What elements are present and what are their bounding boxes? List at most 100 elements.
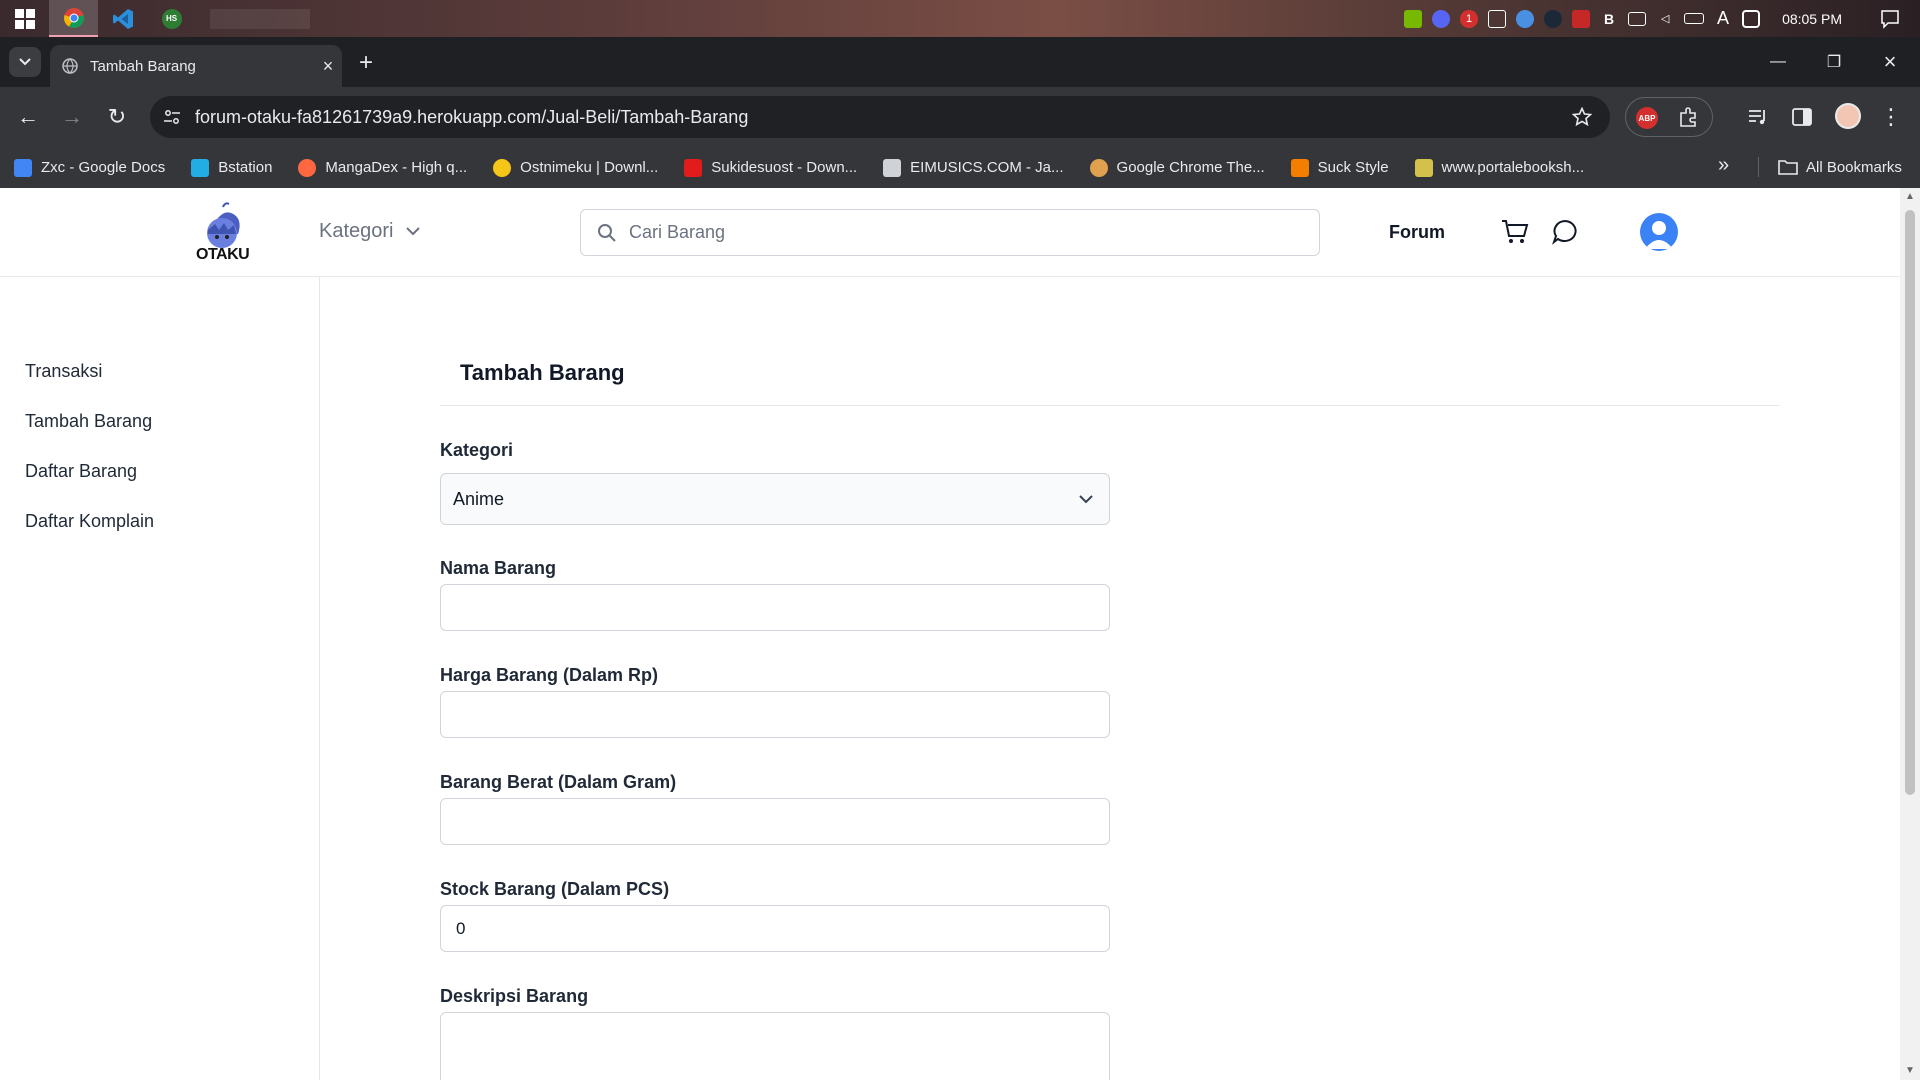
- system-tray: 1 B ◁ A 08:05 PM: [1404, 0, 1920, 37]
- bookmark-item[interactable]: Zxc - Google Docs: [14, 153, 165, 183]
- user-avatar[interactable]: [1640, 213, 1678, 251]
- bookmark-item[interactable]: Bstation: [191, 153, 272, 183]
- new-tab-button[interactable]: +: [352, 49, 380, 77]
- close-window-button[interactable]: ×: [1862, 37, 1918, 87]
- scroll-up-arrow[interactable]: ▲: [1900, 188, 1920, 206]
- address-bar[interactable]: forum-otaku-fa81261739a9.herokuapp.com/J…: [150, 96, 1610, 138]
- site-header: OTAKU Kategori Cari Barang Forum: [0, 188, 1900, 277]
- kategori-select[interactable]: Anime: [440, 473, 1110, 525]
- search-box[interactable]: Cari Barang: [580, 209, 1320, 256]
- taskbar-chrome[interactable]: [49, 0, 98, 37]
- b-app-icon[interactable]: B: [1600, 10, 1618, 28]
- minimize-button[interactable]: —: [1750, 37, 1806, 87]
- chrome-menu-icon[interactable]: ⋮: [1880, 101, 1902, 133]
- palette-icon: [1089, 158, 1108, 177]
- red-app-icon[interactable]: [1572, 9, 1591, 28]
- sidebar-item-transaksi[interactable]: Transaksi: [25, 361, 102, 382]
- stock-barang-label: Stock Barang (Dalam PCS): [440, 879, 670, 899]
- eimusics-icon: [883, 158, 902, 177]
- taskbar-vscode[interactable]: [98, 0, 147, 37]
- notification-1-icon[interactable]: 1: [1460, 9, 1479, 28]
- bstation-icon: [191, 158, 210, 177]
- forum-link[interactable]: Forum: [1389, 222, 1445, 243]
- search-placeholder: Cari Barang: [629, 222, 726, 242]
- deskripsi-barang-textarea[interactable]: [440, 1012, 1110, 1080]
- chevron-down-icon: [405, 227, 420, 236]
- extensions-group: ABP: [1625, 97, 1713, 137]
- search-icon: [598, 223, 616, 242]
- harga-barang-label: Harga Barang (Dalam Rp): [440, 665, 659, 685]
- kategori-dropdown[interactable]: Kategori: [319, 220, 420, 243]
- taskbar-empty-slot: [210, 8, 310, 29]
- bookmark-item[interactable]: Sukidesuost - Down...: [684, 153, 857, 183]
- nvidia-icon[interactable]: [1404, 9, 1423, 28]
- taskbar-clock[interactable]: 08:05 PM: [1782, 11, 1842, 27]
- side-panel-icon[interactable]: [1791, 106, 1813, 128]
- profile-avatar[interactable]: [1835, 103, 1861, 129]
- more-bookmarks-icon[interactable]: »: [1718, 154, 1729, 177]
- scroll-down-arrow[interactable]: ▼: [1900, 1062, 1920, 1080]
- kategori-field-label: Kategori: [440, 440, 514, 460]
- back-button[interactable]: ←: [12, 101, 44, 133]
- chrome-icon: [63, 7, 84, 28]
- nama-barang-label: Nama Barang: [440, 558, 557, 578]
- forward-button[interactable]: →: [56, 101, 88, 133]
- bookmark-item[interactable]: Suck Style: [1290, 153, 1389, 183]
- page-viewport: OTAKU Kategori Cari Barang Forum Transak…: [0, 188, 1900, 1080]
- cart-icon[interactable]: [1500, 217, 1530, 247]
- globe-icon: [62, 58, 78, 74]
- media-control-icon[interactable]: [1747, 106, 1769, 128]
- extensions-puzzle-icon[interactable]: [1678, 106, 1700, 128]
- bookmark-item[interactable]: www.portalebooksh...: [1414, 153, 1584, 183]
- restore-button[interactable]: ❐: [1806, 37, 1862, 87]
- berat-barang-input[interactable]: [440, 798, 1110, 845]
- star-bookmark-icon[interactable]: [1572, 107, 1592, 127]
- notifications-icon[interactable]: [1880, 9, 1900, 29]
- windows-start-button[interactable]: [0, 0, 49, 37]
- otaku-logo[interactable]: OTAKU: [188, 202, 256, 264]
- steam-icon[interactable]: [1544, 9, 1563, 28]
- adblock-plus-icon[interactable]: ABP: [1636, 107, 1658, 129]
- all-bookmarks-button[interactable]: All Bookmarks: [1778, 152, 1902, 182]
- folder-icon: [1778, 160, 1798, 175]
- translator-icon[interactable]: [1516, 9, 1535, 28]
- berat-barang-label: Barang Berat (Dalam Gram): [440, 772, 677, 792]
- browser-tab-bar: Tambah Barang × + — ❐ ×: [0, 37, 1920, 87]
- battery-icon[interactable]: [1684, 13, 1705, 24]
- site-info-icon[interactable]: [163, 108, 181, 126]
- nama-barang-input[interactable]: [440, 584, 1110, 631]
- vscode-icon: [112, 8, 133, 29]
- reload-button[interactable]: ↻: [101, 101, 133, 133]
- bookmark-item[interactable]: Ostnimeku | Downl...: [493, 153, 658, 183]
- deskripsi-barang-label: Deskripsi Barang: [440, 986, 589, 1006]
- browser-tab-active[interactable]: Tambah Barang ×: [50, 45, 342, 87]
- bookmark-item[interactable]: EIMUSICS.COM - Ja...: [883, 153, 1064, 183]
- bookmark-item[interactable]: MangaDex - High q...: [298, 153, 467, 183]
- discord-icon[interactable]: [1432, 9, 1451, 28]
- sukidesuost-icon: [684, 158, 703, 177]
- chat-icon[interactable]: [1550, 217, 1580, 247]
- chevron-down-icon: [1079, 494, 1093, 503]
- stock-barang-input[interactable]: 0: [440, 905, 1110, 952]
- network-icon[interactable]: [1628, 11, 1647, 26]
- sidebar-item-tambah-barang[interactable]: Tambah Barang: [25, 411, 152, 432]
- tab-search-button[interactable]: [9, 47, 41, 77]
- page-scrollbar[interactable]: ▲ ▼: [1900, 188, 1920, 1080]
- volume-icon[interactable]: ◁: [1656, 10, 1674, 28]
- harga-barang-input[interactable]: [440, 691, 1110, 738]
- chevron-down-icon: [19, 58, 31, 66]
- input-language-icon[interactable]: A: [1714, 8, 1732, 28]
- taskbar-app-hs[interactable]: HS: [147, 0, 196, 37]
- sidebar-item-daftar-barang[interactable]: Daftar Barang: [25, 461, 137, 482]
- tab-title: Tambah Barang: [90, 57, 196, 75]
- windows-taskbar: HS 1 B ◁ A 08:05 PM: [0, 0, 1920, 37]
- sidebar-item-daftar-komplain[interactable]: Daftar Komplain: [25, 511, 154, 532]
- browser-toolbar: ← → ↻ forum-otaku-fa81261739a9.herokuapp…: [0, 87, 1920, 147]
- close-tab-icon[interactable]: ×: [314, 56, 342, 77]
- sync-icon[interactable]: [1488, 9, 1507, 28]
- ostnimeku-icon: [493, 158, 512, 177]
- logo-text: OTAKU: [196, 246, 250, 263]
- focus-icon[interactable]: [1742, 9, 1761, 28]
- scroll-thumb[interactable]: [1905, 210, 1915, 795]
- bookmark-item[interactable]: Google Chrome The...: [1089, 153, 1265, 183]
